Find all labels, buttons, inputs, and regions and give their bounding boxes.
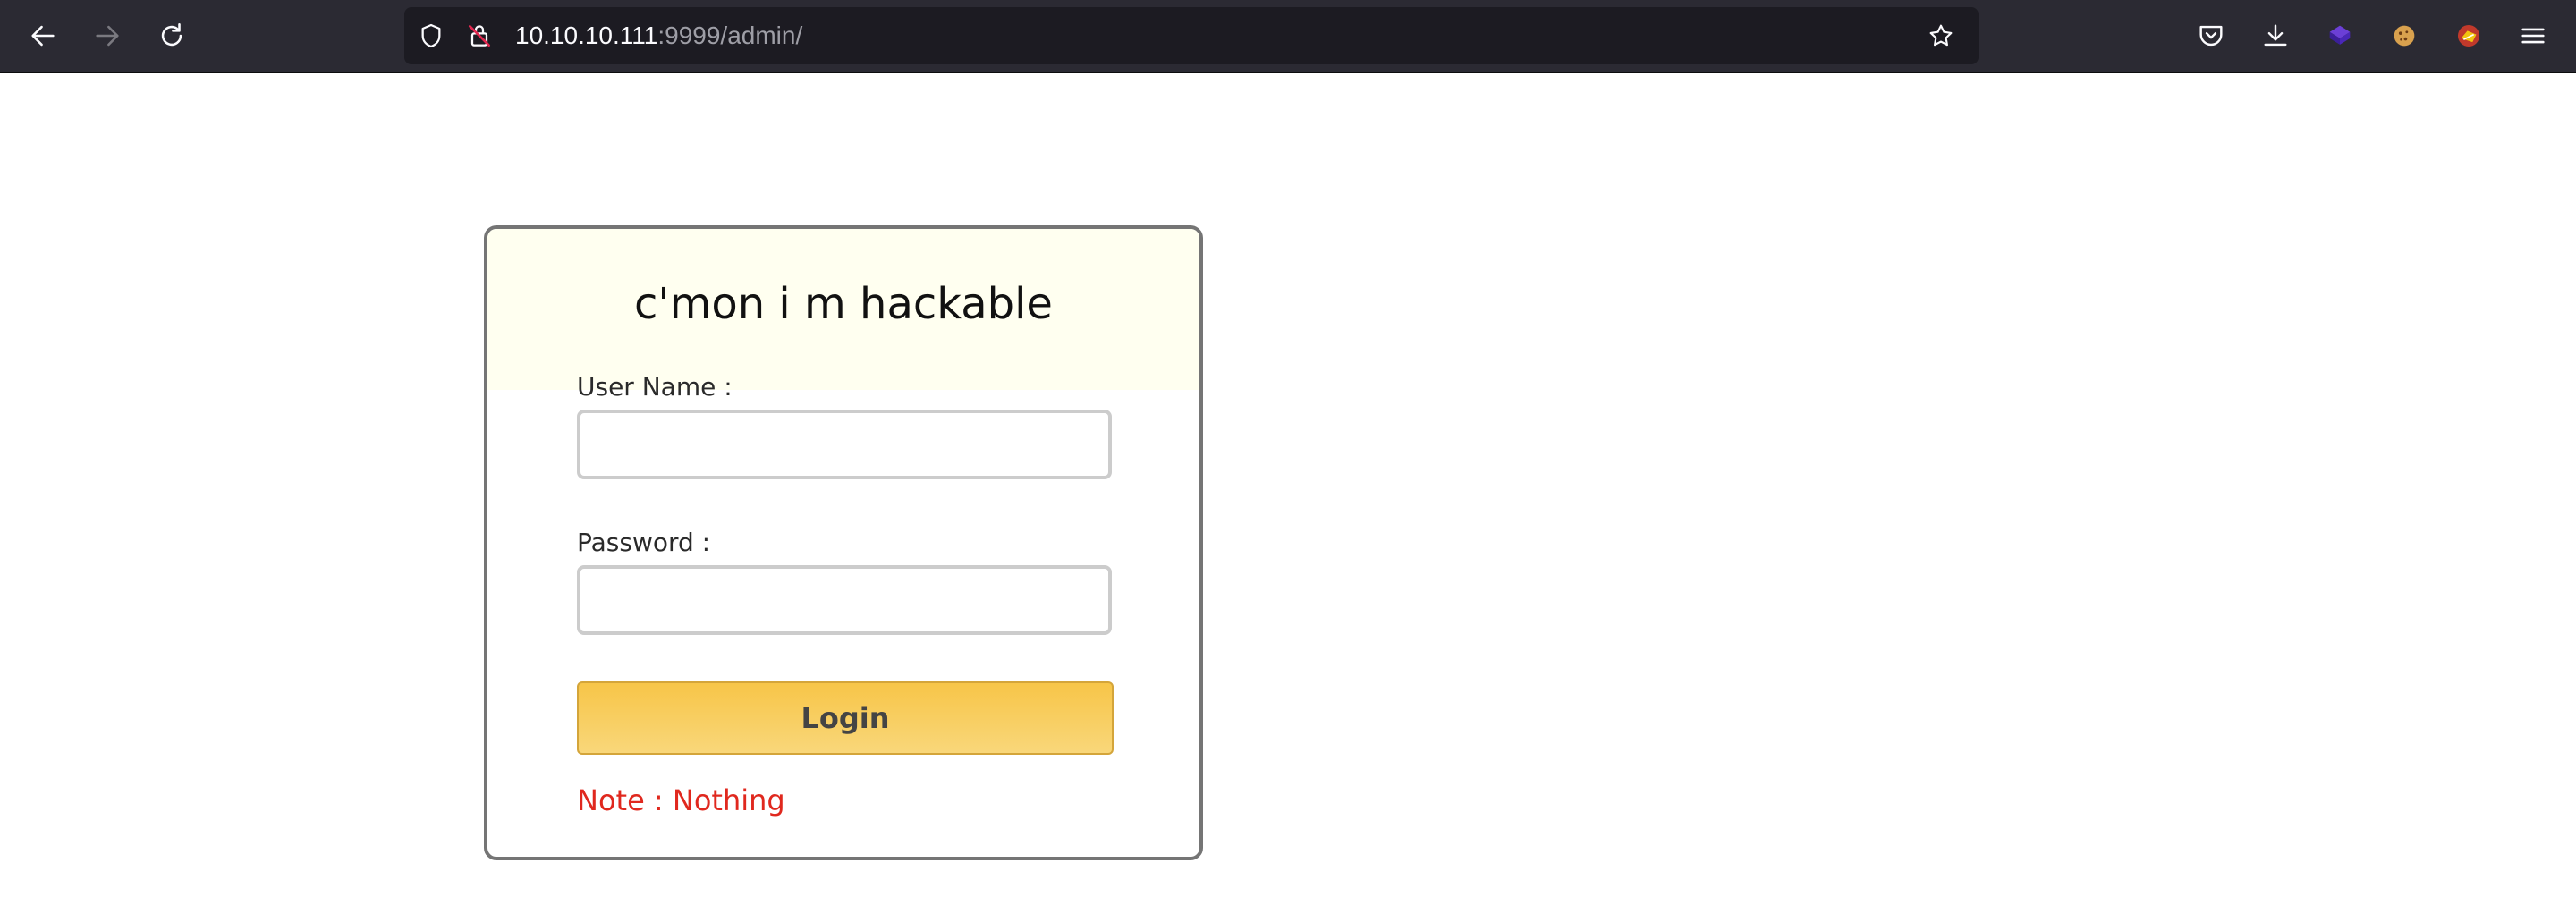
- forward-button[interactable]: [82, 11, 132, 61]
- bookmark-star-icon[interactable]: [1925, 20, 1957, 52]
- login-card: c'mon i m hackable User Name : Password …: [484, 225, 1203, 860]
- url-path: :9999/admin/: [657, 21, 803, 49]
- reload-icon: [161, 22, 182, 47]
- note-text: Note : Nothing: [577, 783, 785, 817]
- username-input[interactable]: [577, 410, 1112, 479]
- extension-cube-icon: [2329, 25, 2351, 45]
- back-button[interactable]: [18, 11, 68, 61]
- browser-toolbar: 10.10.10.111:9999/admin/: [0, 0, 2576, 73]
- url-host: 10.10.10.111: [515, 21, 658, 49]
- downloads-button[interactable]: [2250, 11, 2301, 61]
- fox-extension-icon: [2457, 24, 2480, 47]
- pocket-icon: [2199, 25, 2223, 47]
- forward-arrow-icon: [96, 25, 119, 47]
- password-label: Password :: [577, 528, 711, 557]
- pocket-button[interactable]: [2186, 11, 2236, 61]
- login-button[interactable]: Login: [577, 681, 1114, 755]
- extension-button-1[interactable]: [2315, 11, 2365, 61]
- card-header: c'mon i m hackable: [487, 229, 1199, 390]
- menu-icon: [2521, 28, 2545, 44]
- extension-button-2[interactable]: [2379, 11, 2429, 61]
- url-text[interactable]: 10.10.10.111:9999/admin/: [515, 7, 802, 64]
- page-title: c'mon i m hackable: [634, 279, 1053, 329]
- menu-button[interactable]: [2508, 11, 2558, 61]
- extension-button-3[interactable]: [2444, 11, 2494, 61]
- cookie-icon: [2394, 25, 2415, 47]
- password-input[interactable]: [577, 565, 1112, 635]
- url-bar[interactable]: 10.10.10.111:9999/admin/: [404, 7, 1979, 64]
- download-icon: [2264, 24, 2287, 47]
- reload-button[interactable]: [147, 11, 197, 61]
- username-label: User Name :: [577, 372, 733, 402]
- shield-icon[interactable]: [415, 20, 447, 52]
- back-arrow-icon: [31, 25, 55, 47]
- insecure-lock-icon[interactable]: [463, 20, 496, 52]
